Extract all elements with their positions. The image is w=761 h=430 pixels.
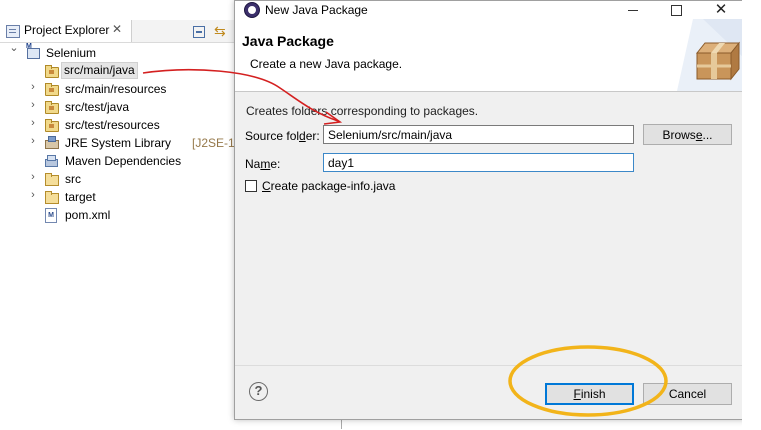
project-explorer-icon [6, 25, 20, 38]
tree-item-label: Selenium [46, 46, 97, 60]
tree-item-label: pom.xml [65, 208, 111, 222]
tree-item-label: src/main/java [61, 62, 138, 79]
package-folder-icon [45, 83, 59, 96]
package-folder-icon [45, 119, 59, 132]
collapsed-arrow-icon[interactable]: › [27, 135, 39, 147]
collapse-all-icon[interactable] [193, 26, 205, 38]
minimize-button[interactable] [611, 1, 655, 19]
tree-item[interactable]: › src/test/resources [0, 116, 236, 134]
folder-icon [45, 191, 59, 204]
maximize-button[interactable] [654, 1, 698, 19]
close-tab-icon[interactable]: ✕ [112, 22, 122, 36]
finish-button[interactable]: Finish [545, 383, 634, 405]
new-java-package-dialog: New Java Package ✕ Java Package Create a… [234, 0, 746, 420]
create-package-info-checkbox[interactable] [245, 180, 257, 192]
tree-item[interactable]: › src [0, 170, 236, 188]
tab-project-explorer[interactable]: Project Explorer ✕ [0, 20, 132, 42]
tree-item-label: Maven Dependencies [65, 154, 182, 168]
tree-item[interactable]: Mpom.xml [0, 206, 236, 224]
collapsed-arrow-icon[interactable]: › [27, 117, 39, 129]
banner-description: Create a new Java package. [250, 57, 403, 71]
background-window-edge [742, 0, 761, 429]
collapsed-arrow-icon[interactable]: › [27, 189, 39, 201]
create-package-info-label[interactable]: Create package-info.java [262, 179, 395, 193]
tree-item-label: src/main/resources [65, 82, 167, 96]
tree-item[interactable]: ⌄ Selenium [0, 41, 236, 62]
content-description: Creates folders corresponding to package… [246, 104, 479, 118]
maximize-icon [670, 5, 682, 17]
close-button[interactable]: ✕ [699, 1, 743, 19]
tree-item[interactable]: › src/test/java [0, 98, 236, 116]
name-label: Name: [245, 157, 281, 171]
tree-item-label: target [65, 190, 96, 204]
tree-item-label: src/test/resources [65, 118, 160, 132]
xml-file-icon: M [45, 208, 57, 223]
tree-item-label: src/test/java [65, 100, 130, 114]
collapsed-arrow-icon[interactable]: › [27, 81, 39, 93]
cancel-button[interactable]: Cancel [643, 383, 732, 405]
tree-item[interactable]: › JRE System Library [J2SE-1.5] [0, 134, 248, 152]
source-folder-label: Source folder: [245, 129, 320, 143]
banner-title: Java Package [242, 33, 334, 49]
maven-icon [45, 154, 58, 167]
browse-button[interactable]: Browse... [643, 124, 732, 145]
tree-item-label: JRE System Library [65, 136, 172, 150]
package-wizard-graphic [677, 19, 745, 91]
package-folder-icon [45, 65, 59, 78]
tree-item[interactable]: Maven Dependencies [0, 152, 236, 170]
minimize-icon [628, 10, 638, 12]
dialog-title: New Java Package [265, 3, 368, 17]
source-folder-input[interactable] [323, 125, 634, 144]
close-icon: ✕ [714, 1, 728, 18]
tree-item[interactable]: src/main/java [0, 62, 236, 80]
dialog-title-bar[interactable]: New Java Package ✕ [235, 1, 745, 19]
collapsed-arrow-icon[interactable]: › [27, 171, 39, 183]
expanded-arrow-icon[interactable]: ⌄ [8, 41, 20, 54]
footer-separator [235, 365, 745, 366]
tab-label: Project Explorer [24, 23, 110, 37]
library-icon [45, 136, 59, 149]
collapsed-arrow-icon[interactable]: › [27, 99, 39, 111]
folder-icon [45, 173, 59, 186]
link-with-editor-icon[interactable]: ⇆ [214, 23, 228, 39]
project-explorer-view: Project Explorer ✕ ⇆ ⌄ Selenium src/main/j… [0, 0, 248, 429]
package-name-input[interactable] [323, 153, 634, 172]
wizard-banner: Java Package Create a new Java package. [235, 19, 745, 92]
tree-item-label: src [65, 172, 81, 186]
help-icon[interactable]: ? [249, 382, 268, 401]
tree-item[interactable]: › target [0, 188, 236, 206]
tree-item[interactable]: › src/main/resources [0, 80, 236, 98]
project-icon [26, 43, 40, 59]
eclipse-icon [244, 2, 260, 18]
package-folder-icon [45, 101, 59, 114]
